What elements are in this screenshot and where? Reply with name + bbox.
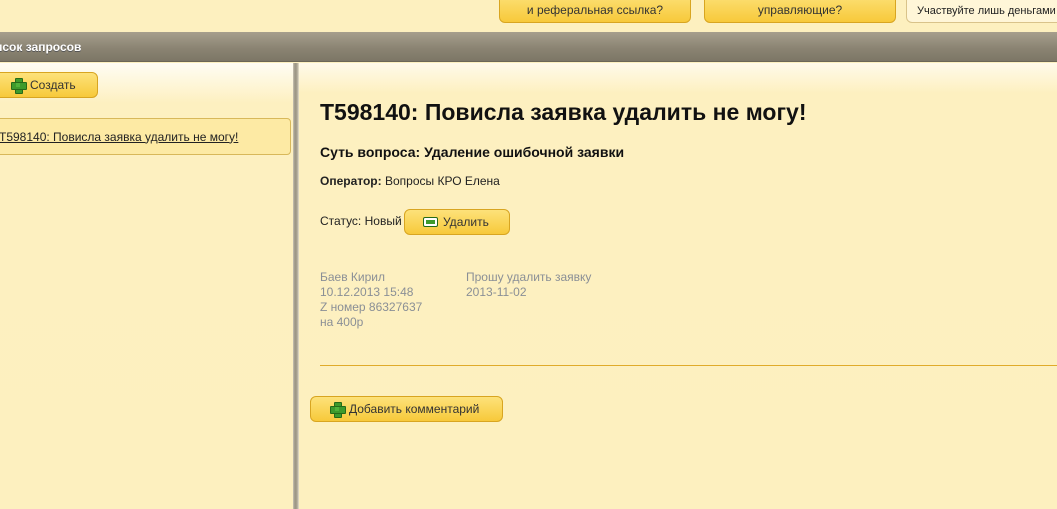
request-link[interactable]: T598140: Повисла заявка удалить не могу! xyxy=(0,130,238,144)
message-amount: на 400р xyxy=(320,315,364,329)
plus-icon xyxy=(330,402,346,418)
add-comment-button[interactable]: Добавить комментарий xyxy=(310,396,503,422)
operator-line: Оператор: Вопросы КРО Елена xyxy=(320,174,500,188)
referral-link-button[interactable]: и реферальная ссылка? xyxy=(499,0,691,23)
ticket-title: T598140: Повисла заявка удалить не могу! xyxy=(320,99,807,125)
participate-money-button[interactable]: Участвуйте лишь деньгами xyxy=(906,0,1057,23)
operator-label: Оператор: xyxy=(320,174,382,188)
add-comment-label: Добавить комментарий xyxy=(349,402,480,416)
message-datetime: 10.12.2013 15:48 xyxy=(320,285,414,299)
create-request-label: Создать xyxy=(30,78,76,92)
message-text-line: 2013-11-02 xyxy=(466,285,527,299)
message-meta: Баев Кирил 10.12.2013 15:48 Z номер 8632… xyxy=(320,270,422,330)
request-list-item[interactable]: T598140: Повисла заявка удалить не могу! xyxy=(0,118,291,155)
message-text-line: Прошу удалить заявку xyxy=(466,270,592,284)
plus-icon xyxy=(11,78,27,94)
header-bar: исок запросов xyxy=(0,32,1057,62)
message-body: Прошу удалить заявку 2013-11-02 xyxy=(466,270,591,300)
ticket-subject: Суть вопроса: Удаление ошибочной заявки xyxy=(320,144,625,160)
top-navigation: и реферальная ссылка? управляющие? Участ… xyxy=(0,0,1057,32)
create-request-button[interactable]: Создать xyxy=(0,72,98,98)
message-author: Баев Кирил xyxy=(320,270,386,284)
delete-ticket-label: Удалить xyxy=(443,215,489,229)
referral-link-label: и реферальная ссылка? xyxy=(526,3,664,17)
managers-button[interactable]: управляющие? xyxy=(704,0,896,23)
ticket-detail-panel: T598140: Повисла заявка удалить не могу!… xyxy=(299,63,1057,509)
requests-sidebar: Создать T598140: Повисла заявка удалить … xyxy=(0,63,293,509)
managers-label: управляющие? xyxy=(757,3,843,17)
message-z-number: Z номер 86327637 xyxy=(320,300,423,314)
requests-list-title: исок запросов xyxy=(0,40,82,54)
status-text: Статус: Новый xyxy=(320,214,402,228)
divider xyxy=(320,365,1057,366)
operator-value: Вопросы КРО Елена xyxy=(384,174,500,188)
minus-icon xyxy=(423,217,438,227)
participate-money-label: Участвуйте лишь деньгами xyxy=(917,5,1056,17)
delete-ticket-button[interactable]: Удалить xyxy=(404,209,510,235)
